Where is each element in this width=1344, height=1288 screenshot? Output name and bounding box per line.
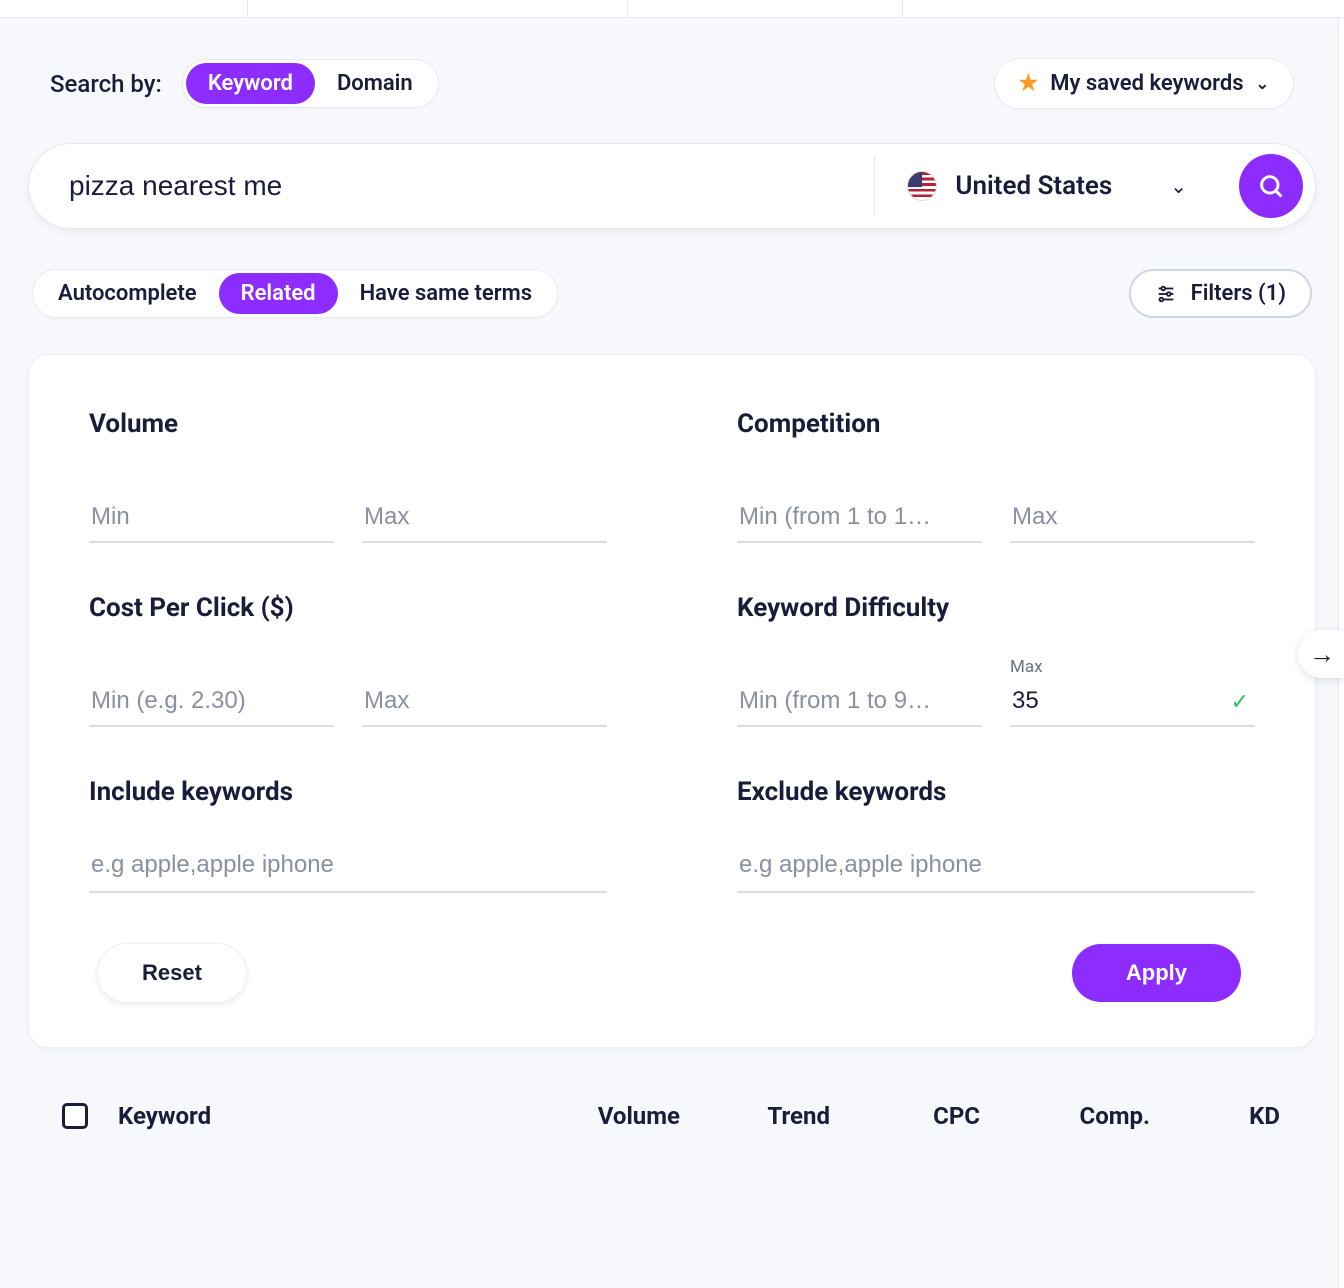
- expand-right-button[interactable]: →: [1298, 630, 1344, 678]
- result-tabs: Autocomplete Related Have same terms: [32, 269, 558, 318]
- col-comp[interactable]: Comp.: [1020, 1102, 1150, 1130]
- volume-max-input[interactable]: [362, 495, 607, 543]
- filter-cpc: Cost Per Click ($): [89, 593, 607, 727]
- competition-max-input[interactable]: [1010, 495, 1255, 543]
- filter-volume: Volume: [89, 409, 607, 543]
- filter-competition: Competition: [737, 409, 1255, 543]
- apply-button[interactable]: Apply: [1072, 944, 1241, 1002]
- col-volume[interactable]: Volume: [560, 1102, 680, 1130]
- star-icon: ★: [1019, 71, 1039, 96]
- search-icon: [1257, 172, 1285, 200]
- tab-related[interactable]: Related: [219, 273, 338, 314]
- saved-keywords-label: My saved keywords: [1050, 71, 1243, 96]
- country-name: United States: [955, 171, 1112, 201]
- search-button[interactable]: [1239, 154, 1303, 218]
- filters-button[interactable]: Filters (1): [1129, 269, 1312, 318]
- filter-include: Include keywords: [89, 777, 607, 893]
- filter-cpc-title: Cost Per Click ($): [89, 593, 607, 623]
- country-selector[interactable]: United States ⌄: [874, 156, 1219, 216]
- filter-competition-title: Competition: [737, 409, 1255, 439]
- col-trend[interactable]: Trend: [700, 1102, 830, 1130]
- cpc-max-input[interactable]: [362, 679, 607, 727]
- filter-panel: Volume Competition Cost Per Click ($): [28, 354, 1316, 1048]
- col-keyword[interactable]: Keyword: [118, 1102, 560, 1130]
- top-tab-strip: [0, 0, 1344, 18]
- chevron-down-icon: ⌄: [1170, 174, 1187, 198]
- filter-kd-title: Keyword Difficulty: [737, 593, 1255, 623]
- filter-kd: Keyword Difficulty Max ✓: [737, 593, 1255, 727]
- kd-min-input[interactable]: [737, 679, 982, 727]
- search-by-toggle: Keyword Domain: [182, 59, 439, 108]
- include-keywords-input[interactable]: [89, 841, 607, 893]
- filter-exclude: Exclude keywords: [737, 777, 1255, 893]
- competition-min-input[interactable]: [737, 495, 982, 543]
- search-by-keyword[interactable]: Keyword: [186, 63, 315, 104]
- reset-button[interactable]: Reset: [97, 943, 247, 1003]
- kd-max-label: Max: [1010, 657, 1255, 677]
- kd-max-input[interactable]: [1010, 679, 1255, 727]
- select-all-checkbox[interactable]: [62, 1103, 88, 1129]
- us-flag-icon: [907, 171, 937, 201]
- search-bar: United States ⌄: [28, 143, 1316, 229]
- filter-include-title: Include keywords: [89, 777, 607, 807]
- filter-exclude-title: Exclude keywords: [737, 777, 1255, 807]
- chevron-down-icon: ⌄: [1256, 74, 1269, 93]
- saved-keywords-button[interactable]: ★ My saved keywords ⌄: [994, 58, 1294, 109]
- filters-label: Filters (1): [1191, 281, 1286, 306]
- search-by-domain[interactable]: Domain: [315, 63, 435, 104]
- tab-same-terms[interactable]: Have same terms: [338, 273, 555, 314]
- search-by-label: Search by:: [50, 70, 162, 98]
- col-kd[interactable]: KD: [1190, 1102, 1280, 1130]
- search-input[interactable]: [69, 170, 874, 202]
- volume-min-input[interactable]: [89, 495, 334, 543]
- arrow-right-icon: →: [1309, 639, 1335, 670]
- exclude-keywords-input[interactable]: [737, 841, 1255, 893]
- cpc-min-input[interactable]: [89, 679, 334, 727]
- filter-volume-title: Volume: [89, 409, 607, 439]
- tab-autocomplete[interactable]: Autocomplete: [36, 273, 219, 314]
- results-header: Keyword Volume Trend CPC Comp. KD: [28, 1084, 1316, 1130]
- col-cpc[interactable]: CPC: [870, 1102, 980, 1130]
- sliders-icon: [1155, 283, 1177, 305]
